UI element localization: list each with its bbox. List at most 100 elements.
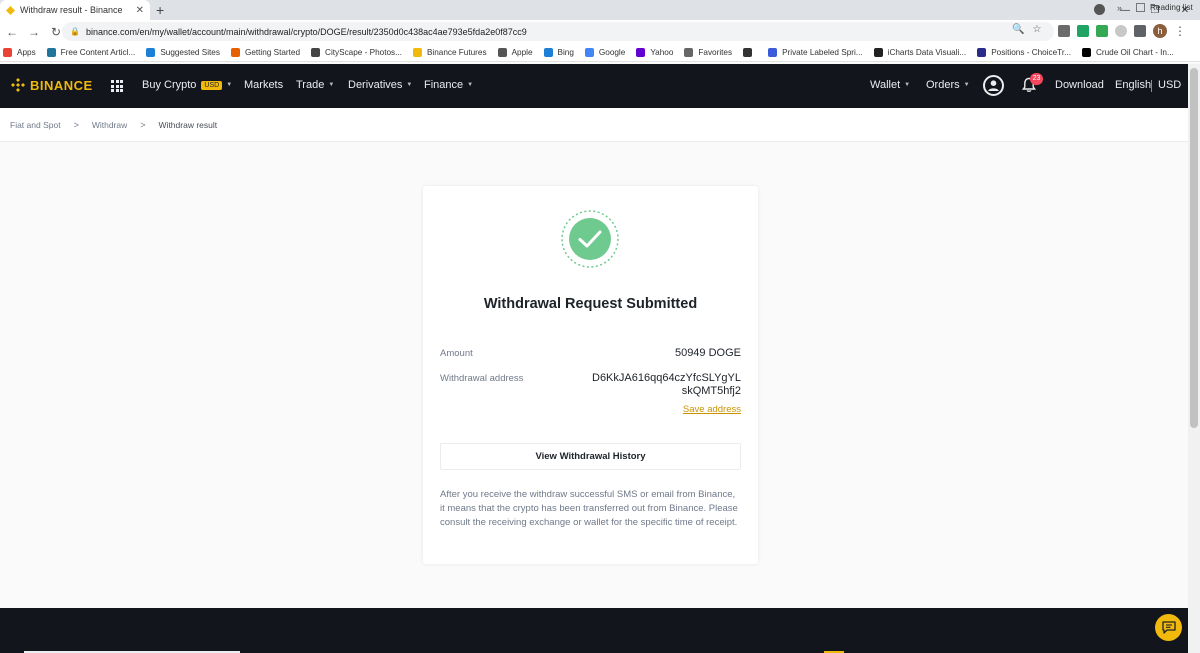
new-tab-icon[interactable]: + (156, 2, 164, 18)
bookmark-favicon-icon (743, 47, 753, 57)
bookmark-item[interactable]: Apps (3, 47, 36, 57)
profile-avatar[interactable]: h (1153, 24, 1167, 38)
reading-list-label: Reading list (1150, 3, 1193, 12)
language-label: English (1115, 79, 1152, 91)
currency-label: USD (1158, 79, 1182, 91)
chevron-right-icon: > (73, 119, 79, 130)
url-bar[interactable]: 🔒 binance.com/en/my/wallet/account/main/… (62, 22, 1054, 41)
bookmark-item[interactable]: Favorites (684, 47, 733, 57)
breadcrumb-withdraw[interactable]: Withdraw (92, 120, 127, 130)
result-title: Withdrawal Request Submitted (483, 296, 698, 312)
bookmark-item[interactable]: Apple (497, 47, 533, 57)
chevron-down-icon: ▼ (406, 82, 413, 88)
lock-icon[interactable]: 🔒 (70, 27, 80, 36)
withdrawal-result-card: Withdrawal Request Submitted Amount 5094… (423, 186, 758, 564)
nav-wallet[interactable]: Wallet ▼ (870, 79, 910, 91)
nav-derivatives[interactable]: Derivatives ▼ (348, 79, 412, 91)
user-account-icon[interactable] (983, 75, 1004, 96)
bookmark-item[interactable]: Google (584, 47, 625, 57)
language-selector[interactable]: English (1115, 79, 1151, 91)
nav-markets[interactable]: Markets (244, 79, 283, 91)
checkmark-extension-icon[interactable] (1096, 25, 1108, 37)
binance-favicon-icon (6, 5, 15, 15)
back-icon[interactable]: ← (2, 25, 22, 39)
bookmark-item[interactable]: Getting Started (230, 47, 300, 57)
save-address-link[interactable]: Save address (683, 404, 741, 415)
bookmark-label: Binance Futures (426, 47, 487, 57)
browser-menu-icon[interactable]: ⋮ (1174, 24, 1186, 38)
reading-list-icon (1136, 3, 1145, 12)
url-text: binance.com/en/my/wallet/account/main/wi… (85, 26, 527, 37)
scrollbar-thumb[interactable] (1190, 68, 1198, 428)
bookmarks-bar: Apps Free Content Articl... Suggested Site… (0, 43, 1200, 62)
tab-close-icon[interactable]: ✕ (136, 5, 144, 16)
bookmark-favicon-icon (230, 47, 240, 57)
bookmark-star-icon[interactable]: ☆ (1032, 24, 1041, 35)
drive-extension-icon[interactable] (1077, 25, 1089, 37)
bookmark-favicon-icon (543, 47, 553, 57)
bookmark-item[interactable]: Positions - ChoiceTr... (977, 47, 1071, 57)
header-divider (1151, 80, 1152, 92)
bookmark-item[interactable]: iCharts Data Visuali... (873, 47, 967, 57)
view-withdrawal-history-button[interactable]: View Withdrawal History (440, 443, 741, 470)
nav-wallet-label: Wallet (870, 79, 901, 91)
bookmark-label: iCharts Data Visuali... (887, 47, 967, 57)
extensions-puzzle-icon[interactable] (1134, 25, 1146, 37)
nav-orders[interactable]: Orders ▼ (926, 79, 970, 91)
bookmark-favicon-icon (636, 47, 646, 57)
chevron-right-icon: > (140, 119, 146, 130)
extension-flag-icon[interactable] (1058, 25, 1070, 37)
forward-icon[interactable]: → (24, 25, 44, 39)
bookmark-item[interactable]: Binance Futures (412, 47, 487, 57)
bookmark-item[interactable]: CityScape - Photos... (311, 47, 402, 57)
bookmark-item[interactable]: Crude Oil Chart - In... (1081, 47, 1174, 57)
binance-logo-icon (11, 78, 25, 92)
zoom-icon[interactable]: 🔍 (1012, 24, 1024, 35)
bookmarks-more-icon[interactable]: » (1117, 3, 1122, 13)
currency-selector[interactable]: USD (1158, 79, 1181, 91)
binance-logo[interactable]: BINANCE (10, 77, 93, 93)
nav-finance[interactable]: Finance ▼ (424, 79, 473, 91)
chat-support-button[interactable] (1155, 614, 1182, 641)
bookmark-item[interactable]: Yahoo (636, 47, 674, 57)
success-check-icon (561, 210, 619, 268)
bookmark-favicon-icon (497, 47, 507, 57)
bookmark-item[interactable]: Private Labeled Spri... (768, 47, 863, 57)
bookmark-label: Positions - ChoiceTr... (991, 47, 1071, 57)
chevron-down-icon: ▼ (467, 82, 474, 88)
bookmark-item[interactable] (743, 47, 757, 57)
bookmark-label: CityScape - Photos... (325, 47, 402, 57)
bookmark-label: Yahoo (650, 47, 674, 57)
nav-buy-crypto[interactable]: Buy Crypto USD ▼ (142, 79, 232, 91)
nav-download[interactable]: Download (1055, 79, 1104, 91)
bookmark-label: Apple (511, 47, 533, 57)
withdrawal-note: After you receive the withdraw successfu… (440, 489, 738, 528)
bookmark-label: Crude Oil Chart - In... (1095, 47, 1174, 57)
browser-tab[interactable]: Withdraw result - Binance ✕ (0, 0, 150, 20)
chat-icon (1161, 621, 1176, 634)
chevron-down-icon: ▼ (963, 82, 970, 88)
reading-list-button[interactable]: Reading list (1136, 3, 1193, 12)
bookmark-label: Bing (557, 47, 574, 57)
bookmark-item[interactable]: Suggested Sites (146, 47, 220, 57)
bookmark-favicon-icon (684, 47, 694, 57)
bookmark-favicon-icon (3, 47, 12, 57)
breadcrumb-fiat-spot[interactable]: Fiat and Spot (10, 120, 61, 130)
bookmark-item[interactable]: Bing (543, 47, 574, 57)
bookmark-label: Free Content Articl... (60, 47, 136, 57)
bookmark-item[interactable]: Free Content Articl... (46, 47, 136, 57)
profile-menu-icon[interactable] (1094, 4, 1105, 15)
amount-value: 50949 DOGE (674, 347, 741, 359)
bookmark-favicon-icon (1081, 47, 1091, 57)
amount-label: Amount (440, 348, 473, 359)
bookmark-favicon-icon (146, 47, 156, 57)
withdrawal-address-label: Withdrawal address (440, 373, 524, 384)
site-footer (0, 608, 1188, 653)
breadcrumb-current: Withdraw result (158, 119, 218, 130)
nav-trade[interactable]: Trade ▼ (296, 79, 334, 91)
bookmark-label: Private Labeled Spri... (782, 47, 863, 57)
extension-circle-icon[interactable] (1115, 25, 1127, 37)
bookmark-label: Favorites (698, 47, 733, 57)
apps-grid-icon[interactable] (111, 80, 123, 92)
nav-markets-label: Markets (244, 79, 284, 91)
